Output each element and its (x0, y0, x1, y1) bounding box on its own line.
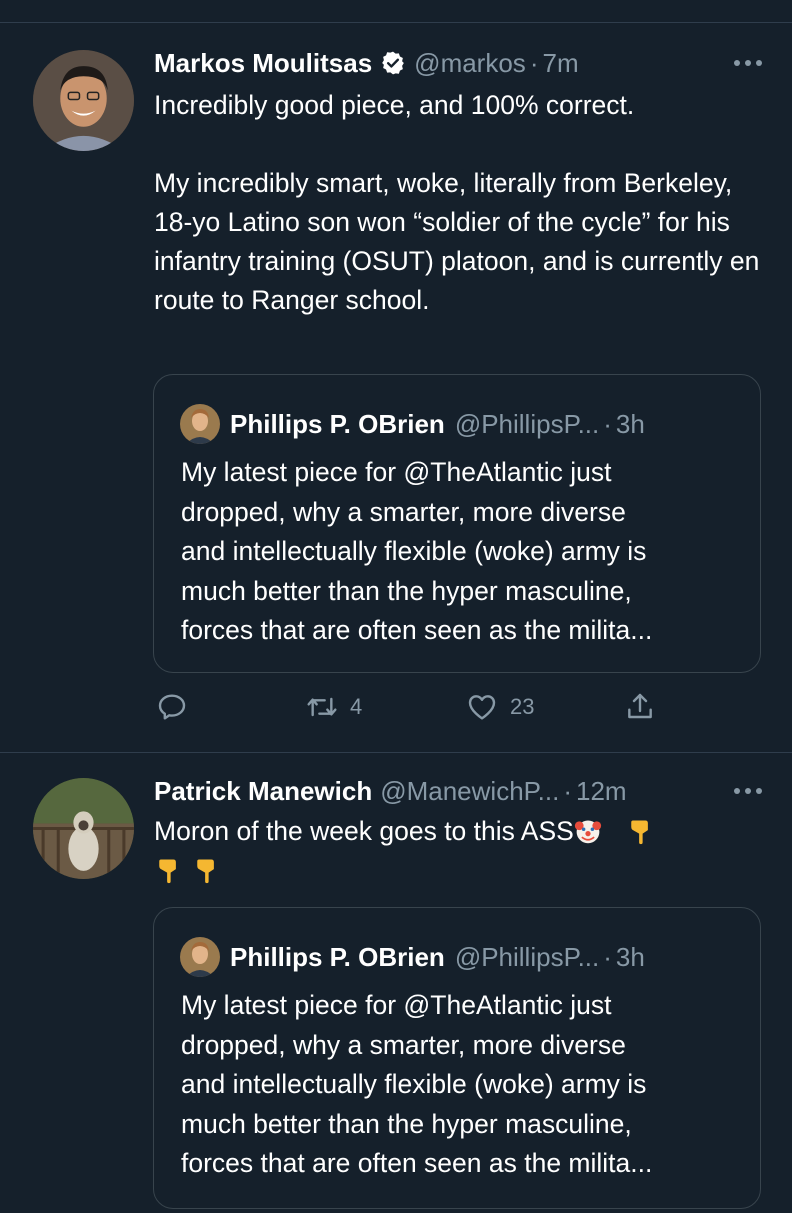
author-handle[interactable]: @markos (414, 48, 526, 79)
share-button[interactable] (624, 687, 656, 727)
like-count: 23 (510, 694, 535, 719)
separator-dot: · (529, 47, 539, 78)
quoted-author-name: Phillips P. OBrien (230, 408, 445, 439)
author-name[interactable]: Patrick Manewich (154, 776, 372, 807)
tweet-text: Moron of the week goes to this ASS (154, 816, 574, 846)
quoted-tweet-time: 3h (615, 408, 645, 439)
tweet-time[interactable]: 7m (542, 48, 578, 79)
quoted-author-handle: @PhillipsP... (454, 408, 600, 439)
quoted-tweet-header: Phillips P. OBrien @PhillipsP... · 3h (180, 937, 645, 977)
quoted-author-avatar (180, 937, 220, 977)
verified-badge-icon (380, 50, 406, 76)
quoted-tweet[interactable]: Phillips P. OBrien @PhillipsP... · 3h My… (153, 907, 761, 1209)
tweet-text: Incredibly good piece, and 100% correct.… (154, 90, 760, 315)
more-options-icon[interactable] (734, 773, 762, 809)
reply-button[interactable] (156, 687, 188, 727)
quoted-tweet-time: 3h (615, 941, 645, 972)
more-options-icon[interactable] (734, 45, 762, 81)
quoted-author-name: Phillips P. OBrien (230, 941, 445, 972)
author-name[interactable]: Markos Moulitsas (154, 48, 372, 79)
clown-face-emoji (574, 820, 601, 844)
retweet-count: 4 (350, 694, 363, 719)
pointing-down-emoji (159, 859, 176, 884)
author-avatar[interactable] (33, 778, 134, 879)
tweet-text-block: Moron of the week goes to this ASS (154, 812, 764, 890)
tweet[interactable]: Patrick Manewich @ManewichP... · 12m Mor… (0, 753, 792, 1213)
tweet-header: Markos Moulitsas @markos · 7m (154, 45, 762, 81)
man-portrait-avatar (33, 50, 134, 151)
pointing-down-emoji (631, 820, 648, 845)
tweet[interactable]: Markos Moulitsas @markos · 7m Incredibly… (0, 23, 792, 752)
like-button[interactable]: 23 (466, 687, 534, 727)
separator-dot: · (563, 775, 572, 806)
quoted-tweet-text: My latest piece for @TheAtlantic just dr… (181, 457, 653, 645)
tweet-actions: 4 23 (154, 687, 674, 727)
quoted-author-avatar (180, 404, 220, 444)
tweet-time[interactable]: 12m (576, 776, 627, 807)
quoted-tweet-header: Phillips P. OBrien @PhillipsP... · 3h (180, 404, 645, 444)
heart-icon (468, 695, 496, 720)
quoted-author-handle: @PhillipsP... (454, 941, 600, 972)
author-avatar[interactable] (33, 50, 134, 151)
separator-dot: · (603, 408, 612, 439)
quoted-tweet-text: My latest piece for @TheAtlantic just dr… (181, 990, 653, 1178)
pointing-down-emoji (197, 859, 214, 884)
tweet-header: Patrick Manewich @ManewichP... · 12m (154, 773, 762, 809)
dog-on-deck-avatar (33, 778, 134, 879)
quoted-tweet[interactable]: Phillips P. OBrien @PhillipsP... · 3h My… (153, 374, 761, 673)
retweet-button[interactable]: 4 (306, 687, 362, 727)
share-icon (628, 693, 652, 719)
retweet-icon (307, 697, 337, 717)
separator-dot: · (603, 941, 612, 972)
reply-icon (158, 694, 186, 720)
author-handle[interactable]: @ManewichP... (380, 776, 559, 807)
